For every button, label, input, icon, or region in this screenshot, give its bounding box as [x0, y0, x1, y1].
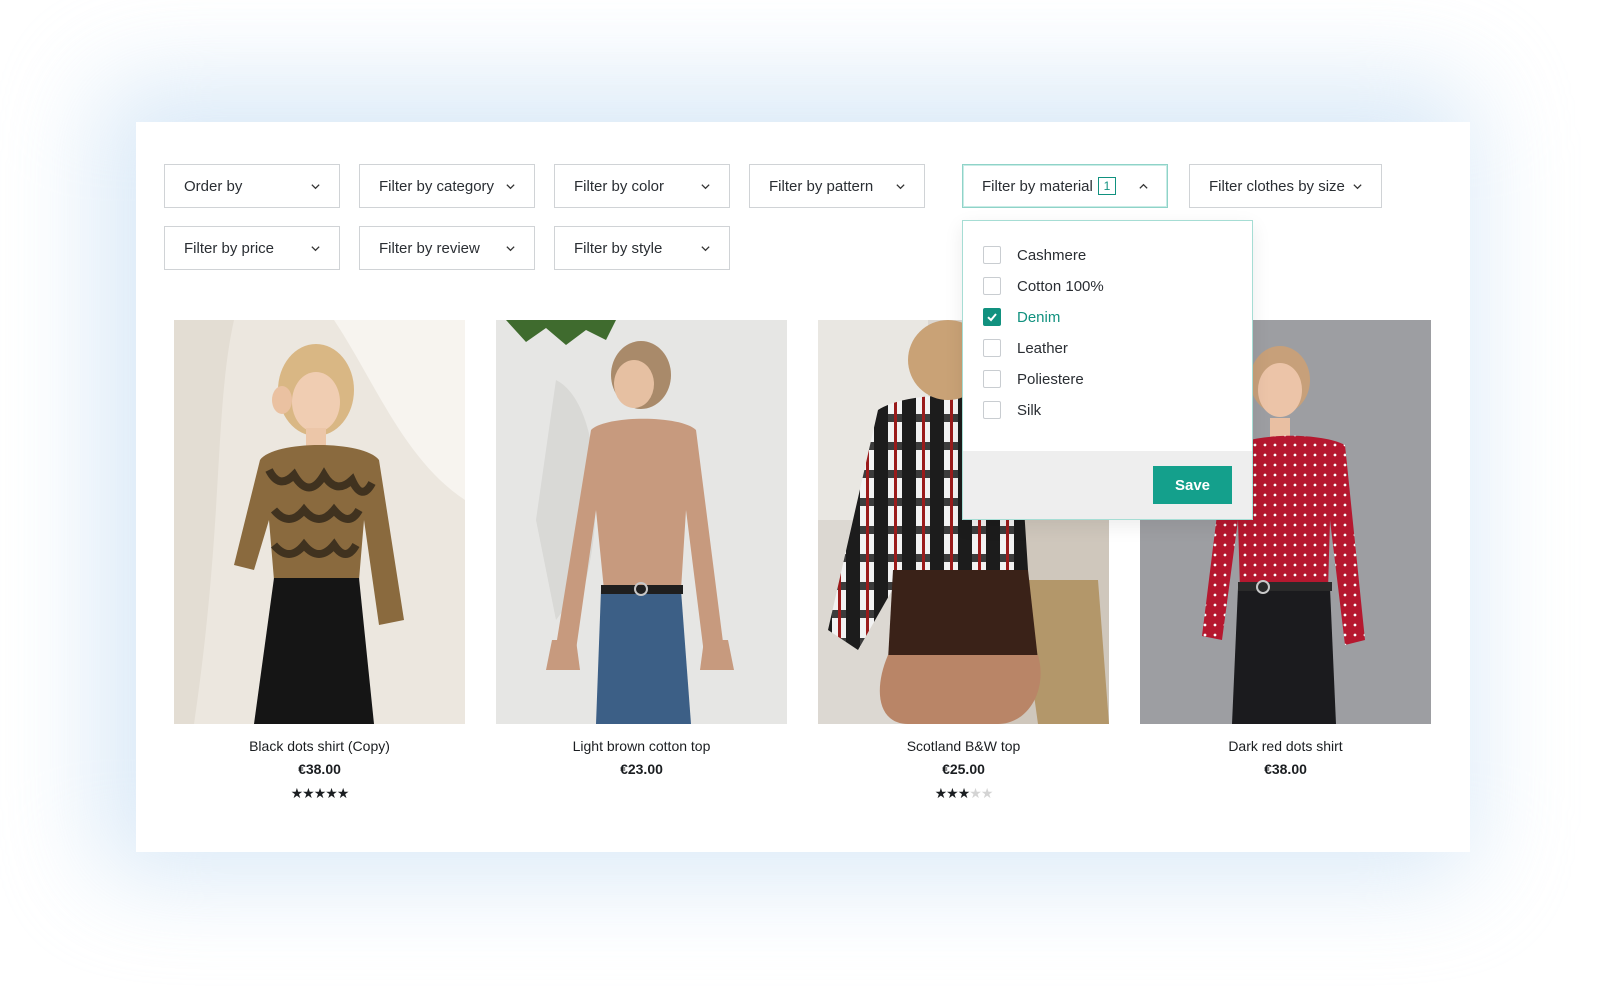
product-card[interactable]: Black dots shirt (Copy) €38.00 ★★★★★ [174, 320, 465, 802]
save-button[interactable]: Save [1153, 466, 1232, 504]
chevron-down-icon [1353, 183, 1362, 189]
product-price: €23.00 [620, 761, 663, 777]
option-leather[interactable]: Leather [983, 337, 1068, 359]
product-name[interactable]: Scotland B&W top [818, 738, 1109, 754]
chevron-down-icon [506, 245, 515, 251]
dropdown-footer: Save [963, 451, 1252, 519]
product-photo [496, 320, 787, 724]
checkbox[interactable] [983, 246, 1001, 264]
filter-price-label: Filter by price [184, 239, 275, 257]
chevron-up-icon [1139, 183, 1148, 189]
option-label: Cashmere [1017, 246, 1087, 264]
selected-count-badge: 1 [1098, 177, 1116, 195]
product-name[interactable]: Light brown cotton top [496, 738, 787, 754]
stars-empty: ★★ [969, 785, 993, 801]
product-price: €38.00 [298, 761, 341, 777]
filter-pattern-label: Filter by pattern [769, 177, 874, 195]
chevron-down-icon [701, 183, 710, 189]
filter-price-dropdown[interactable]: Filter by price [164, 226, 340, 270]
checkbox-checked[interactable] [983, 308, 1001, 326]
rating-stars: ★★★★★ [290, 785, 350, 801]
filter-color-label: Filter by color [574, 177, 665, 195]
filter-category-label: Filter by category [379, 177, 495, 195]
option-poliestere[interactable]: Poliestere [983, 368, 1084, 390]
filter-review-label: Filter by review [379, 239, 480, 257]
product-price: €25.00 [942, 761, 985, 777]
product-name[interactable]: Black dots shirt (Copy) [174, 738, 465, 754]
filter-size-dropdown[interactable]: Filter clothes by size [1189, 164, 1382, 208]
option-label: Cotton 100% [1017, 277, 1104, 295]
order-by-dropdown[interactable]: Order by [164, 164, 340, 208]
filter-pattern-dropdown[interactable]: Filter by pattern [749, 164, 925, 208]
option-label: Poliestere [1017, 370, 1084, 388]
product-name[interactable]: Dark red dots shirt [1140, 738, 1431, 754]
chevron-down-icon [506, 183, 515, 189]
stars-filled: ★★★ [934, 785, 971, 801]
filter-color-dropdown[interactable]: Filter by color [554, 164, 730, 208]
option-label: Denim [1017, 308, 1061, 326]
option-label: Leather [1017, 339, 1068, 357]
checkbox[interactable] [983, 401, 1001, 419]
checkmark-icon [987, 313, 997, 322]
option-silk[interactable]: Silk [983, 399, 1041, 421]
product-photo [174, 320, 465, 724]
option-cashmere[interactable]: Cashmere [983, 244, 1086, 266]
filter-review-dropdown[interactable]: Filter by review [359, 226, 535, 270]
chevron-down-icon [896, 183, 905, 189]
chevron-down-icon [701, 245, 710, 251]
shop-panel: Order by Filter by category Filter by co… [136, 122, 1470, 852]
product-price: €38.00 [1264, 761, 1307, 777]
filter-category-dropdown[interactable]: Filter by category [359, 164, 535, 208]
checkbox[interactable] [983, 339, 1001, 357]
product-image[interactable] [496, 320, 787, 724]
product-card[interactable]: Light brown cotton top €23.00 [496, 320, 787, 777]
filter-style-dropdown[interactable]: Filter by style [554, 226, 730, 270]
order-by-label: Order by [184, 177, 243, 195]
checkbox[interactable] [983, 277, 1001, 295]
option-label: Silk [1017, 401, 1042, 419]
rating-stars: ★★★★★ [818, 785, 1109, 802]
option-denim[interactable]: Denim [983, 306, 1060, 328]
filter-material-dropdown[interactable]: Filter by material 1 [962, 164, 1168, 208]
chevron-down-icon [311, 245, 320, 251]
product-image[interactable] [174, 320, 465, 724]
option-cotton[interactable]: Cotton 100% [983, 275, 1104, 297]
filter-size-label: Filter clothes by size [1209, 177, 1345, 195]
material-dropdown-panel: Cashmere Cotton 100% Denim Leather Polie… [962, 220, 1253, 520]
filter-style-label: Filter by style [574, 239, 663, 257]
chevron-down-icon [311, 183, 320, 189]
filter-material-label: Filter by material [982, 177, 1093, 195]
checkbox[interactable] [983, 370, 1001, 388]
